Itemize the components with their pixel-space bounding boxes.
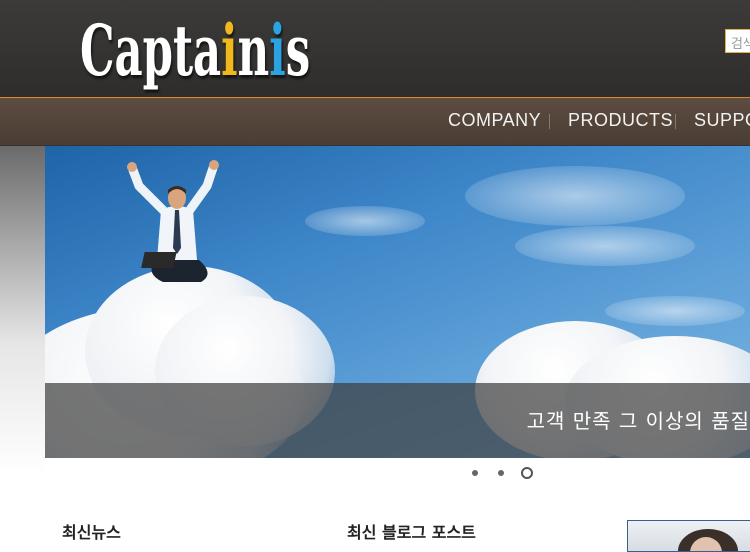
nav-support[interactable]: SUPPORT — [694, 98, 750, 145]
caption-band: 고객 만족 그 이상의 품질 — [45, 383, 750, 458]
hero-caption: 고객 만족 그 이상의 품질 — [526, 409, 750, 433]
nav-separator — [549, 114, 550, 129]
blog-section-title: 최신 블로그 포스트 — [347, 523, 476, 542]
nav-separator — [675, 114, 676, 129]
side-gradient — [0, 146, 45, 476]
slider-dot-3-active[interactable] — [521, 467, 533, 479]
main-nav: COMPANY PRODUCTS SUPPORT — [0, 98, 750, 146]
nav-company[interactable]: COMPANY — [448, 98, 541, 145]
blog-thumbnail[interactable] — [627, 520, 750, 552]
news-section-title: 최신뉴스 — [62, 523, 121, 542]
header-bar: Captainis 검색 — [0, 0, 750, 98]
search-input[interactable]: 검색 — [725, 29, 750, 53]
slider-dot-1[interactable] — [472, 470, 478, 476]
businessman-image — [127, 160, 219, 282]
portrait-image — [678, 529, 738, 551]
hero-banner[interactable]: 고객 만족 그 이상의 품질 — [45, 146, 750, 458]
site-logo[interactable]: Captainis — [80, 6, 310, 96]
nav-products[interactable]: PRODUCTS — [568, 98, 673, 145]
slider-dot-2[interactable] — [498, 470, 504, 476]
